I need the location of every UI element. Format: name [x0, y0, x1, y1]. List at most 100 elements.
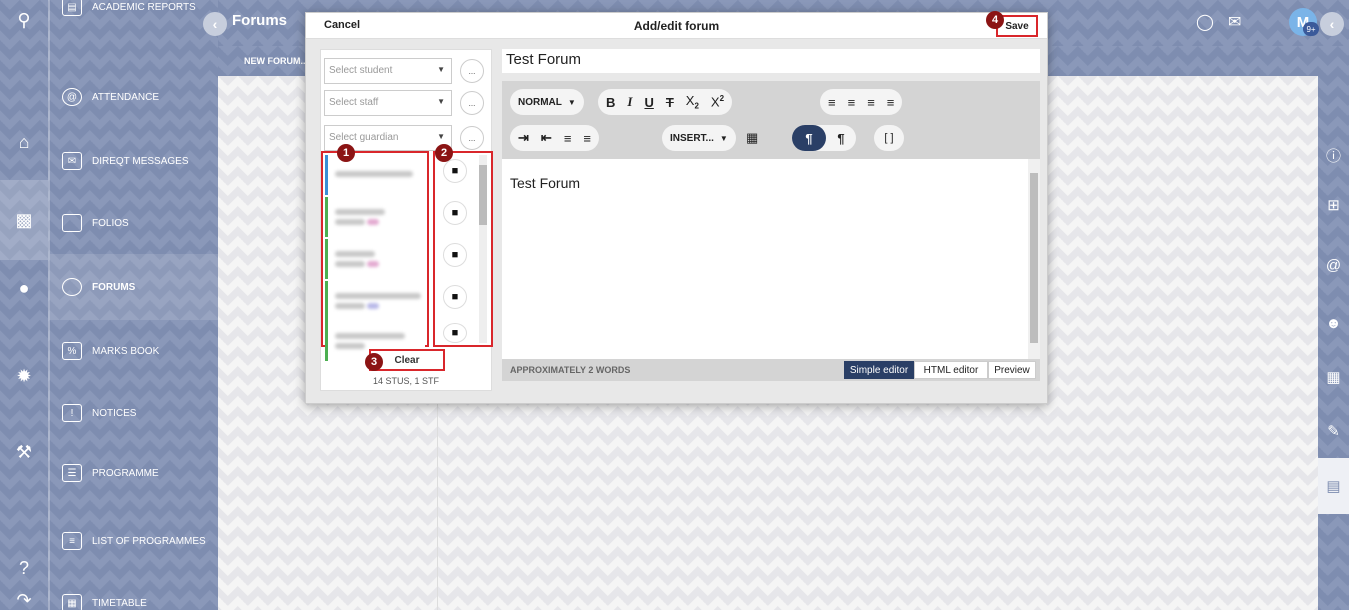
nav-item-forums[interactable]: FORUMS	[50, 254, 220, 320]
list-item[interactable]	[325, 155, 425, 195]
rtl-icon[interactable]: ¶	[826, 125, 856, 151]
strikethrough-icon[interactable]: T	[666, 95, 674, 110]
tab-preview[interactable]: Preview	[988, 361, 1036, 379]
editor-scrollbar-thumb[interactable]	[1030, 173, 1038, 343]
align-justify-icon[interactable]: ≡	[887, 95, 895, 110]
dialog-header: Add/edit forum Cancel Save	[306, 13, 1047, 39]
outdent-icon[interactable]: ⇤	[541, 130, 552, 146]
presentation-icon[interactable]: ▩	[0, 180, 48, 260]
editor-body[interactable]: Test Forum	[502, 159, 1040, 359]
trash-icon[interactable]: ■	[443, 201, 467, 225]
add-edit-forum-dialog: Add/edit forum Cancel Save 4 Select stud…	[305, 11, 1048, 404]
search-icon[interactable]: ⚲	[0, 0, 48, 40]
person-color-bar	[325, 321, 328, 361]
guardian-more-button[interactable]: ...	[460, 126, 484, 150]
list-item[interactable]	[325, 281, 425, 321]
home-icon[interactable]: ⌂	[0, 122, 48, 162]
collapse-nav-button[interactable]: ‹	[203, 12, 227, 36]
editor-text: Test Forum	[510, 175, 581, 191]
superscript-icon[interactable]: X2	[711, 94, 724, 109]
mention-icon[interactable]: @	[1318, 250, 1349, 280]
mail-icon[interactable]: ✉	[1228, 12, 1241, 32]
subscript-icon[interactable]: X2	[686, 93, 699, 111]
nav-item-list-of-programmes[interactable]: ≡ LIST OF PROGRAMMES	[50, 508, 220, 574]
nav-item-notices[interactable]: ! NOTICES	[50, 380, 220, 446]
recipient-list	[321, 151, 429, 361]
list-item[interactable]	[325, 197, 425, 237]
italic-icon[interactable]: I	[627, 94, 632, 110]
nav-label: TIMETABLE	[92, 597, 147, 609]
list-item[interactable]	[325, 239, 425, 279]
module-nav: ▤ ACADEMIC REPORTS @ ATTENDANCE ✉ DIREQT…	[48, 0, 220, 610]
dialog-title: Add/edit forum	[633, 19, 720, 33]
nav-item-marks-book[interactable]: % MARKS BOOK	[50, 318, 220, 384]
nav-item-timetable[interactable]: ▦ TIMETABLE	[50, 570, 220, 610]
document-icon[interactable]: ▤	[1318, 458, 1349, 514]
user-icon[interactable]: ●	[0, 268, 48, 308]
callout-3: 3	[365, 353, 383, 371]
contact-icon[interactable]: ☻	[1318, 308, 1349, 338]
list-scrollbar-thumb[interactable]	[479, 165, 487, 225]
nav-label: FORUMS	[92, 281, 136, 293]
chat-icon	[62, 278, 82, 296]
student-more-button[interactable]: ...	[460, 59, 484, 83]
book-icon: ☰	[62, 464, 82, 482]
bullet-list-icon[interactable]: ≡	[564, 131, 572, 146]
right-rail: ⓘ ⊞ @ ☻ ▦ ✎ ▤	[1318, 46, 1349, 610]
callout-1: 1	[337, 144, 355, 162]
fullscreen-icon[interactable]: [ ]	[874, 125, 904, 151]
staff-more-button[interactable]: ...	[460, 91, 484, 115]
delete-column: ■ ■ ■ ■ ■	[433, 151, 493, 347]
nav-item-folios[interactable]: FOLIOS	[50, 190, 220, 256]
notification-badge: 9+	[1303, 22, 1319, 36]
table-icon[interactable]: ▦	[746, 125, 758, 151]
editor-scrollbar[interactable]	[1028, 159, 1040, 359]
nav-item-attendance[interactable]: @ ATTENDANCE	[50, 64, 220, 130]
info-icon[interactable]: ⓘ	[1318, 140, 1349, 170]
bold-icon[interactable]: B	[606, 95, 615, 110]
callout-4: 4	[986, 11, 1004, 29]
align-left-icon[interactable]: ≡	[828, 95, 836, 110]
list-icon: ≡	[62, 532, 82, 550]
nav-item-programme[interactable]: ☰ PROGRAMME	[50, 440, 220, 506]
add-doc-icon[interactable]: ⊞	[1318, 190, 1349, 220]
nav-label: LIST OF PROGRAMMES	[92, 535, 206, 547]
page-title: Forums	[232, 12, 288, 29]
numbered-list-icon[interactable]: ≡	[583, 131, 591, 146]
paragraph-style-dropdown[interactable]: NORMAL ▼	[510, 89, 584, 115]
underline-icon[interactable]: U	[644, 95, 653, 110]
chevron-down-icon: ▼	[437, 65, 445, 74]
list-scrollbar[interactable]	[479, 155, 487, 343]
align-right-icon[interactable]: ≡	[867, 95, 875, 110]
new-forum-link[interactable]: NEW FORUM...	[244, 56, 308, 66]
grid-icon[interactable]: ▦	[1318, 362, 1349, 392]
cancel-button[interactable]: Cancel	[324, 19, 360, 31]
tab-simple-editor[interactable]: Simple editor	[844, 361, 914, 379]
select-student[interactable]: Select student ▼	[324, 58, 452, 84]
nav-item-academic-reports[interactable]: ▤ ACADEMIC REPORTS	[50, 0, 220, 40]
person-color-bar	[325, 155, 328, 195]
indent-icon[interactable]: ⇥	[518, 130, 529, 146]
select-staff[interactable]: Select staff ▼	[324, 90, 452, 116]
align-center-icon[interactable]: ≡	[848, 95, 856, 110]
trash-icon[interactable]: ■	[443, 285, 467, 309]
note-icon[interactable]: ✎	[1318, 416, 1349, 446]
insert-dropdown[interactable]: INSERT... ▼	[662, 125, 736, 151]
ltr-icon[interactable]: ¶	[792, 125, 826, 151]
select-student-placeholder: Select student	[329, 65, 393, 76]
tab-html-editor[interactable]: HTML editor	[914, 361, 988, 379]
notice-icon: !	[62, 404, 82, 422]
trash-icon[interactable]: ■	[443, 243, 467, 267]
nav-label: ACADEMIC REPORTS	[92, 1, 196, 13]
forum-title-input[interactable]: Test Forum	[502, 49, 1040, 73]
globe-icon[interactable]: ◯	[1196, 12, 1214, 32]
wrench-icon[interactable]: ⚒	[0, 432, 48, 472]
collapse-right-button[interactable]: ‹	[1320, 12, 1344, 36]
trash-icon[interactable]: ■	[443, 323, 467, 343]
settings-icon[interactable]: ✹	[0, 356, 48, 396]
nav-label: NOTICES	[92, 407, 137, 419]
nav-item-direqt-messages[interactable]: ✉ DIREQT MESSAGES	[50, 128, 220, 194]
alignment-group: ≡ ≡ ≡ ≡	[820, 89, 903, 115]
trash-icon[interactable]: ■	[443, 159, 467, 183]
exit-icon[interactable]: ↷	[0, 580, 48, 610]
